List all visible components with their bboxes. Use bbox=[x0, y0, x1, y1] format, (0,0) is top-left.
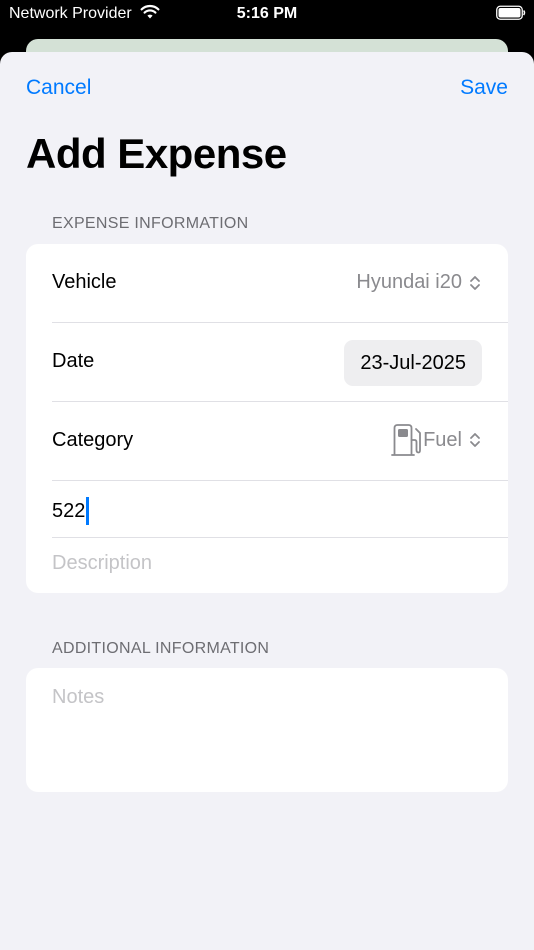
amount-row: 522 bbox=[26, 481, 508, 538]
vehicle-row[interactable]: Vehicle Hyundai i20 bbox=[26, 244, 508, 323]
chevron-up-down-icon bbox=[470, 275, 480, 290]
text-cursor bbox=[86, 497, 90, 525]
category-row[interactable]: Category Fuel bbox=[26, 402, 508, 481]
battery-icon bbox=[496, 5, 526, 20]
fuel-pump-icon bbox=[391, 424, 421, 456]
date-label: Date bbox=[52, 350, 95, 372]
description-row: Description bbox=[26, 538, 508, 593]
category-value: Fuel bbox=[423, 428, 462, 451]
expense-info-card: Vehicle Hyundai i20 Date 23-Jul-2025 Cat… bbox=[26, 244, 508, 593]
additional-section-header: ADDITIONAL INFORMATION bbox=[52, 640, 270, 657]
notes-input[interactable]: Notes bbox=[52, 686, 104, 709]
date-picker-button[interactable]: 23-Jul-2025 bbox=[344, 340, 482, 386]
save-button[interactable]: Save bbox=[460, 76, 508, 100]
description-input[interactable]: Description bbox=[52, 552, 152, 575]
notes-card: Notes bbox=[26, 668, 508, 792]
add-expense-sheet: Cancel Save Add Expense EXPENSE INFORMAT… bbox=[0, 52, 534, 950]
category-picker[interactable]: Fuel bbox=[391, 423, 482, 457]
expense-section-header: EXPENSE INFORMATION bbox=[52, 215, 249, 232]
date-row: Date 23-Jul-2025 bbox=[26, 323, 508, 402]
status-time: 5:16 PM bbox=[236, 5, 298, 22]
vehicle-value: Hyundai i20 bbox=[356, 271, 462, 293]
vehicle-picker[interactable]: Hyundai i20 bbox=[356, 271, 482, 294]
status-bar: Network Provider 5:16 PM bbox=[0, 0, 534, 30]
cancel-button[interactable]: Cancel bbox=[26, 76, 91, 100]
category-label: Category bbox=[52, 429, 134, 451]
chevron-up-down-icon bbox=[470, 433, 480, 447]
vehicle-label: Vehicle bbox=[52, 271, 117, 293]
page-title: Add Expense bbox=[26, 130, 287, 177]
amount-input[interactable]: 522 bbox=[52, 496, 90, 526]
amount-value: 522 bbox=[52, 499, 86, 522]
